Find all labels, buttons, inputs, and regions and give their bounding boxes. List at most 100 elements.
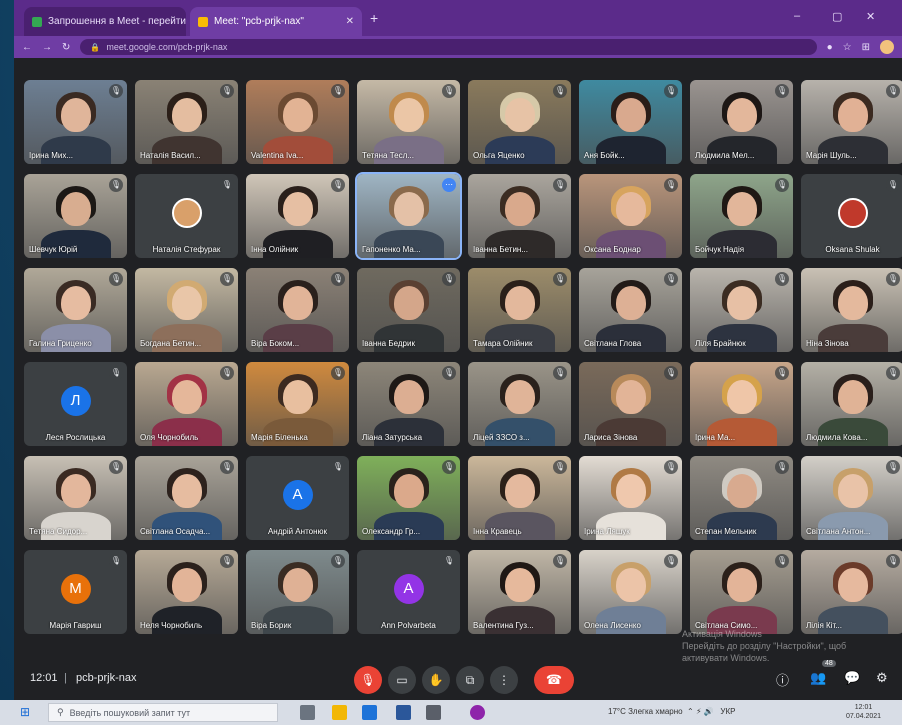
participant-name: Ольга Яценко (473, 151, 525, 160)
participant-figure (282, 568, 313, 602)
participant-tile[interactable]: 🎙 Ліля Брайнюк (690, 268, 793, 352)
taskbar-search-input[interactable]: ⚲ Введіть пошуковий запит тут (48, 703, 278, 722)
reload-icon[interactable]: ↻ (62, 42, 70, 53)
participant-figure (393, 380, 424, 414)
participant-tile[interactable]: А 🎙 Ann Polvarbeta (357, 550, 460, 634)
more-vertical-icon: ⋮ (498, 673, 510, 687)
taskbar-clock[interactable]: 12:01 07.04.2021 (846, 703, 881, 721)
participant-figure (171, 286, 202, 320)
participant-tile[interactable]: 🎙 Ірина Ма... (690, 362, 793, 446)
participant-tile[interactable]: 🎙 Наталія Стефурак (135, 174, 238, 258)
star-icon[interactable]: ☆ (843, 42, 852, 53)
participant-tile[interactable]: 🎙 Марія Біленька (246, 362, 349, 446)
participant-tile[interactable]: 🎙 Ольга Яценко (468, 80, 571, 164)
participant-tile[interactable]: Л 🎙 Леся Рослицька (24, 362, 127, 446)
edge-icon[interactable] (362, 705, 377, 720)
file-explorer-icon[interactable] (332, 705, 347, 720)
leave-call-button[interactable]: ☎ (534, 666, 574, 694)
chrome-icon[interactable] (470, 705, 485, 720)
participant-tile[interactable]: 🎙 Лариса Зінова (579, 362, 682, 446)
participant-tile[interactable]: 🎙 Олександр Гр... (357, 456, 460, 540)
participant-name: Тетяна Сидор... (29, 527, 88, 536)
word-icon[interactable] (396, 705, 411, 720)
participant-tile[interactable]: 🎙 Марія Шуль... (801, 80, 902, 164)
participant-tile[interactable]: 🎙 Ніна Зінова (801, 268, 902, 352)
task-view-icon[interactable] (300, 705, 315, 720)
participant-tile[interactable]: 🎙 Тамара Олійник (468, 268, 571, 352)
participant-tile[interactable]: ⋯ Гапоненко Ма... (355, 172, 462, 260)
system-tray[interactable]: 17°C Злегка хмарно ⌃ ⚡ 🔊 УКР (608, 707, 736, 716)
participant-tile[interactable]: 🎙 Шевчук Юрій (24, 174, 127, 258)
info-icon[interactable]: ⓘ (776, 670, 789, 689)
participant-tile[interactable]: 🎙 Ірина Ляшук (579, 456, 682, 540)
participant-tile[interactable]: 🎙 Аня Бойк... (579, 80, 682, 164)
raise-hand-button[interactable]: ✋ (422, 666, 450, 694)
profile-avatar[interactable] (880, 40, 894, 54)
participant-tile[interactable]: 🎙 Олена Лисенко (579, 550, 682, 634)
participant-tile[interactable]: 🎙 Valentina Iva... (246, 80, 349, 164)
participant-tile[interactable]: 🎙 Людмила Мел... (690, 80, 793, 164)
mic-muted-icon: 🎙 (442, 84, 456, 98)
participant-tile[interactable]: 🎙 Віра Борик (246, 550, 349, 634)
camera-button[interactable]: ▭ (388, 666, 416, 694)
participant-tile[interactable]: 🎙 Наталія Васил... (135, 80, 238, 164)
search-icon: ⚲ (57, 707, 64, 717)
participant-tile[interactable]: 🎙 Світлана Глова (579, 268, 682, 352)
people-icon[interactable]: 👥 (810, 670, 826, 686)
mic-off-button[interactable]: 🎙 (354, 666, 382, 694)
store-icon[interactable] (426, 705, 441, 720)
participant-tile[interactable]: 🎙 Світлана Симо... (690, 550, 793, 634)
close-icon[interactable]: ✕ (346, 16, 354, 27)
participant-tile[interactable]: 🎙 Оксана Боднар (579, 174, 682, 258)
participant-tile[interactable]: 🎙 Тетяна Тесл... (357, 80, 460, 164)
tab-meet-invite[interactable]: Запрошення в Meet - перейти ✕ (24, 7, 186, 36)
meet-favicon-icon (198, 16, 208, 27)
mic-muted-icon: 🎙 (886, 366, 900, 380)
tab-meet-call[interactable]: Meet: "pcb-prjk-nax" ✕ (190, 7, 362, 36)
camera-indicator-icon[interactable]: ● (827, 42, 833, 53)
participant-tile[interactable]: 🎙 Ліцей ЗЗСО з... (468, 362, 571, 446)
participant-name: Оля Чорнобиль (140, 433, 199, 442)
participant-tile[interactable]: 🎙 Іванна Бетин... (468, 174, 571, 258)
participant-tile[interactable]: 🎙 Галина Гриценко (24, 268, 127, 352)
participant-tile[interactable]: 🎙 Oksana Shulak (801, 174, 902, 258)
participant-tile[interactable]: 🎙 Іванна Бедрик (357, 268, 460, 352)
participant-tile[interactable]: 🎙 Світлана Антон... (801, 456, 902, 540)
url-text: meet.google.com/pcb-prjk-nax (106, 42, 228, 52)
participant-tile[interactable]: 🎙 Віра Боком... (246, 268, 349, 352)
windows-start-icon[interactable]: ⊞ (20, 706, 33, 719)
participant-tile[interactable]: 🎙 Валентина Гуз... (468, 550, 571, 634)
back-arrow-icon[interactable]: ← (22, 42, 32, 53)
url-field[interactable]: 🔒 meet.google.com/pcb-prjk-nax (80, 39, 817, 55)
forward-arrow-icon[interactable]: → (42, 42, 52, 53)
participant-tile[interactable]: 🎙 Інна Кравець (468, 456, 571, 540)
participant-figure (615, 568, 646, 602)
participant-tile[interactable]: 🎙 Богдана Бетин... (135, 268, 238, 352)
participant-tile[interactable]: 🎙 Людмила Кова... (801, 362, 902, 446)
participant-name: Аня Бойк... (584, 151, 625, 160)
plus-icon[interactable]: + (370, 10, 378, 26)
participant-tile[interactable]: 🎙 Світлана Осадча... (135, 456, 238, 540)
more-options-button[interactable]: ⋮ (490, 666, 518, 694)
participant-tile[interactable]: А 🎙 Андрій Антонюк (246, 456, 349, 540)
more-options-icon[interactable]: ⋯ (442, 178, 456, 192)
participant-tile[interactable]: 🎙 Ліана Затурська (357, 362, 460, 446)
participant-tile[interactable]: 🎙 Неля Чорнобиль (135, 550, 238, 634)
mic-muted-icon: 🎙 (220, 366, 234, 380)
maximize-icon[interactable]: ▢ (832, 10, 842, 23)
participant-tile[interactable]: 🎙 Лілія Кіт... (801, 550, 902, 634)
activities-icon[interactable]: ⚙ (876, 670, 888, 686)
participant-tile[interactable]: 🎙 Оля Чорнобиль (135, 362, 238, 446)
participant-tile[interactable]: 🎙 Степан Мельник (690, 456, 793, 540)
participant-tile[interactable]: М 🎙 Марія Гавриш (24, 550, 127, 634)
participant-tile[interactable]: 🎙 Ірина Мих... (24, 80, 127, 164)
meet-call-area: 🎙 Ірина Мих... 🎙 Наталія Васил... 🎙 Valentina… (14, 58, 902, 700)
minimize-icon[interactable]: – (794, 10, 800, 22)
participant-tile[interactable]: 🎙 Інна Олійник (246, 174, 349, 258)
present-button[interactable]: ⧉ (456, 666, 484, 694)
extensions-icon[interactable]: ⊞ (862, 42, 870, 53)
close-window-icon[interactable]: ✕ (866, 10, 875, 23)
chat-icon[interactable]: 💬 (844, 670, 860, 686)
participant-tile[interactable]: 🎙 Бойчук Надія (690, 174, 793, 258)
participant-tile[interactable]: 🎙 Тетяна Сидор... (24, 456, 127, 540)
